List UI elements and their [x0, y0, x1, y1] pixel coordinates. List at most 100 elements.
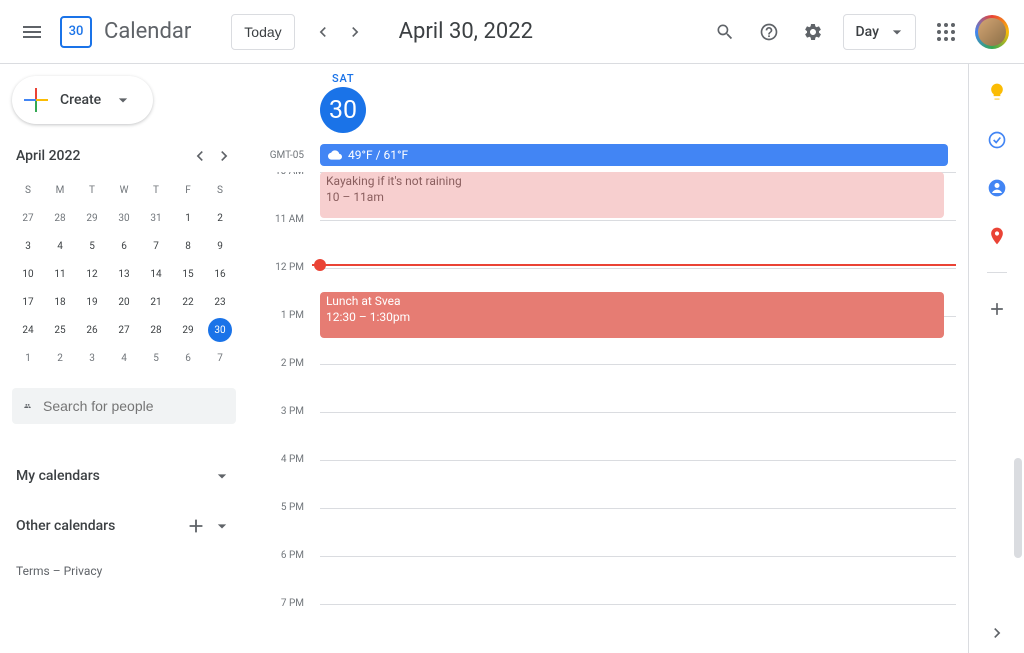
- mini-day-cell[interactable]: 2: [44, 344, 76, 372]
- chevron-down-icon: [212, 516, 232, 536]
- chevron-down-icon: [212, 466, 232, 486]
- mini-day-cell[interactable]: 30: [108, 204, 140, 232]
- hour-slot[interactable]: [320, 556, 956, 604]
- mini-day-cell[interactable]: 22: [172, 288, 204, 316]
- search-people-input[interactable]: [43, 398, 224, 414]
- hour-slot[interactable]: [320, 364, 956, 412]
- main-menu-button[interactable]: [8, 8, 56, 56]
- mini-day-cell[interactable]: 24: [12, 316, 44, 344]
- hour-slot[interactable]: [320, 220, 956, 268]
- mini-day-cell[interactable]: 9: [204, 232, 236, 260]
- mini-day-cell[interactable]: 26: [76, 316, 108, 344]
- mini-day-cell[interactable]: 14: [140, 260, 172, 288]
- mini-day-cell[interactable]: 13: [108, 260, 140, 288]
- tasks-icon[interactable]: [977, 120, 1017, 160]
- search-people-field[interactable]: [12, 388, 236, 424]
- create-button[interactable]: Create: [12, 76, 153, 124]
- mini-day-cell[interactable]: 17: [12, 288, 44, 316]
- mini-day-cell[interactable]: 28: [44, 204, 76, 232]
- mini-day-cell[interactable]: 3: [12, 232, 44, 260]
- mini-calendar[interactable]: SMTWTFS272829303112345678910111213141516…: [12, 176, 236, 372]
- timezone-label: GMT-05: [256, 150, 312, 161]
- mini-day-cell[interactable]: 5: [140, 344, 172, 372]
- mini-day-cell[interactable]: 15: [172, 260, 204, 288]
- mini-day-cell[interactable]: 4: [108, 344, 140, 372]
- mini-day-cell[interactable]: 21: [140, 288, 172, 316]
- terms-link[interactable]: Terms: [16, 564, 50, 578]
- privacy-link[interactable]: Privacy: [64, 564, 103, 578]
- people-icon: [24, 396, 31, 416]
- mini-next-month[interactable]: [212, 144, 236, 168]
- weather-icon: [328, 148, 342, 162]
- next-day-button[interactable]: [339, 16, 371, 48]
- mini-day-cell[interactable]: 4: [44, 232, 76, 260]
- mini-day-cell[interactable]: 8: [172, 232, 204, 260]
- mini-day-cell[interactable]: 16: [204, 260, 236, 288]
- maps-icon[interactable]: [977, 216, 1017, 256]
- weather-text: 49°F / 61°F: [348, 148, 408, 162]
- mini-day-cell[interactable]: 10: [12, 260, 44, 288]
- mini-dow-header: S: [12, 176, 44, 204]
- mini-day-cell[interactable]: 29: [76, 204, 108, 232]
- hour-label: 6 PM: [256, 550, 312, 598]
- create-label: Create: [60, 92, 101, 108]
- mini-day-cell[interactable]: 7: [140, 232, 172, 260]
- mini-day-cell[interactable]: 28: [140, 316, 172, 344]
- search-icon[interactable]: [705, 12, 745, 52]
- keep-icon[interactable]: [977, 72, 1017, 112]
- my-calendars-toggle[interactable]: My calendars: [12, 452, 236, 500]
- mini-day-cell[interactable]: 27: [12, 204, 44, 232]
- contacts-icon[interactable]: [977, 168, 1017, 208]
- mini-day-cell[interactable]: 1: [172, 204, 204, 232]
- day-of-week: SAT: [332, 72, 354, 85]
- mini-dow-header: T: [140, 176, 172, 204]
- mini-dow-header: T: [76, 176, 108, 204]
- mini-day-cell[interactable]: 5: [76, 232, 108, 260]
- add-addon-button[interactable]: [977, 289, 1017, 329]
- help-icon[interactable]: [749, 12, 789, 52]
- collapse-rail-button[interactable]: [977, 613, 1017, 653]
- allday-weather-event[interactable]: 49°F / 61°F: [320, 144, 948, 166]
- hour-slot[interactable]: [320, 508, 956, 556]
- mini-dow-header: W: [108, 176, 140, 204]
- event-title: Kayaking if it's not raining: [326, 174, 938, 190]
- mini-day-cell[interactable]: 6: [108, 232, 140, 260]
- today-button[interactable]: Today: [231, 14, 294, 50]
- mini-day-cell[interactable]: 7: [204, 344, 236, 372]
- mini-day-cell[interactable]: 1: [12, 344, 44, 372]
- mini-day-cell[interactable]: 18: [44, 288, 76, 316]
- event-kayaking[interactable]: Kayaking if it's not raining 10 – 11am: [320, 172, 944, 218]
- account-avatar[interactable]: [976, 16, 1008, 48]
- mini-day-cell[interactable]: 20: [108, 288, 140, 316]
- scrollbar-thumb[interactable]: [1014, 458, 1022, 558]
- google-apps-icon[interactable]: [926, 12, 966, 52]
- mini-day-cell[interactable]: 19: [76, 288, 108, 316]
- mini-day-cell[interactable]: 30: [204, 316, 236, 344]
- day-number[interactable]: 30: [320, 87, 366, 133]
- hour-label: 5 PM: [256, 502, 312, 550]
- mini-prev-month[interactable]: [188, 144, 212, 168]
- mini-day-cell[interactable]: 12: [76, 260, 108, 288]
- hour-label: 3 PM: [256, 406, 312, 454]
- hour-slot[interactable]: [320, 412, 956, 460]
- add-calendar-button[interactable]: [184, 514, 208, 538]
- view-selector[interactable]: Day: [843, 14, 916, 50]
- mini-day-cell[interactable]: 2: [204, 204, 236, 232]
- mini-day-cell[interactable]: 11: [44, 260, 76, 288]
- hour-slot[interactable]: [320, 604, 956, 652]
- other-calendars-toggle[interactable]: Other calendars: [12, 500, 236, 552]
- mini-day-cell[interactable]: 23: [204, 288, 236, 316]
- mini-day-cell[interactable]: 6: [172, 344, 204, 372]
- mini-day-cell[interactable]: 29: [172, 316, 204, 344]
- prev-day-button[interactable]: [307, 16, 339, 48]
- hour-slot[interactable]: [320, 460, 956, 508]
- settings-icon[interactable]: [793, 12, 833, 52]
- mini-day-cell[interactable]: 25: [44, 316, 76, 344]
- mini-day-cell[interactable]: 31: [140, 204, 172, 232]
- mini-day-cell[interactable]: 27: [108, 316, 140, 344]
- hour-label: 1 PM: [256, 310, 312, 358]
- mini-day-cell[interactable]: 3: [76, 344, 108, 372]
- event-lunch[interactable]: Lunch at Svea 12:30 – 1:30pm: [320, 292, 944, 338]
- current-date-title: April 30, 2022: [399, 19, 533, 44]
- app-logo[interactable]: 30 Calendar: [56, 12, 191, 52]
